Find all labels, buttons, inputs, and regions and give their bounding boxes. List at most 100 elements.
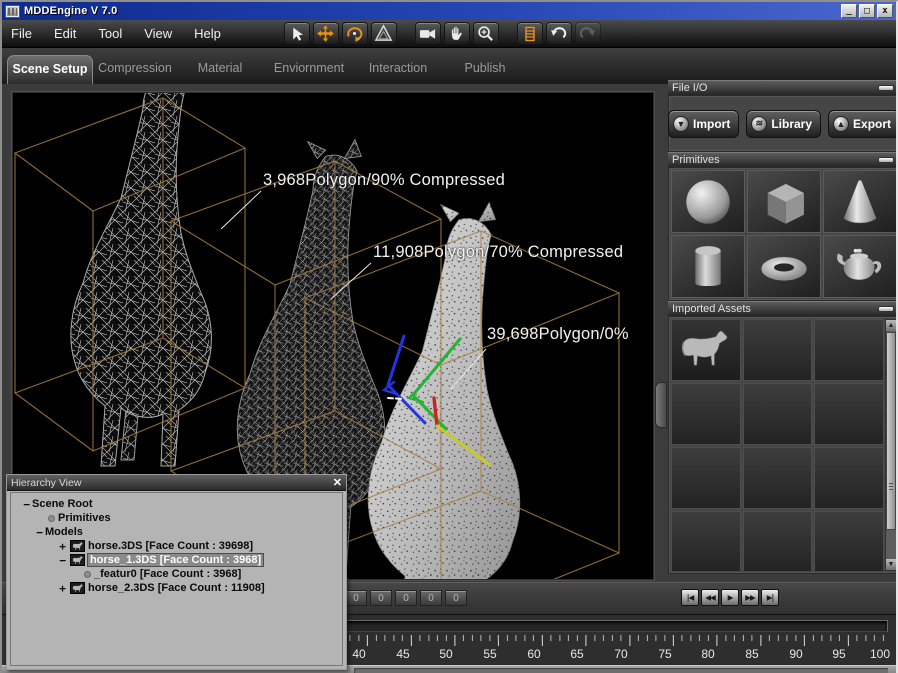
scroll-down-icon[interactable]: ▼: [886, 559, 896, 570]
minimize-button[interactable]: _: [841, 4, 857, 18]
annotation-90-compressed: 3,968Polygon/90% Compressed: [263, 171, 505, 190]
scale-tool-button[interactable]: [371, 22, 397, 45]
tree-node-primitives[interactable]: Primitives: [13, 511, 340, 525]
hierarchy-view-window[interactable]: Hierarchy View ✕ − Scene Root Primitives…: [6, 474, 347, 670]
asset-empty-cell[interactable]: [743, 447, 813, 509]
tree-node-horse-1-3ds[interactable]: − horse_1.3DS [Face Count : 3968]: [13, 553, 340, 567]
asset-empty-cell[interactable]: [814, 447, 884, 509]
frame-value-box: 0: [395, 590, 417, 606]
go-to-start-button[interactable]: |◀: [681, 589, 699, 606]
menu-view[interactable]: View: [133, 26, 183, 41]
go-to-end-button[interactable]: ▶|: [761, 589, 779, 606]
asset-horse-thumbnail[interactable]: [671, 319, 741, 381]
tree-node-scene-root[interactable]: − Scene Root: [13, 497, 340, 511]
scrollbar-thumb[interactable]: [886, 332, 896, 530]
timeline-label: 90: [789, 647, 802, 661]
export-icon: ▲: [833, 116, 849, 132]
expand-glyph[interactable]: +: [57, 540, 68, 553]
splitter-grip[interactable]: [655, 382, 667, 428]
collapse-glyph[interactable]: −: [57, 554, 68, 567]
timeline-label: 80: [701, 647, 714, 661]
menu-file[interactable]: File: [2, 26, 43, 41]
zoom-tool-button[interactable]: [473, 22, 499, 45]
tree-node-models[interactable]: − Models: [13, 525, 340, 539]
maximize-button[interactable]: □: [859, 4, 875, 18]
tree-label: _featur0 [Face Count : 3968]: [94, 568, 241, 580]
tree-node-horse-3ds[interactable]: + horse.3DS [Face Count : 39698]: [13, 539, 340, 553]
app-icon: [5, 5, 20, 18]
asset-empty-cell[interactable]: [743, 319, 813, 381]
primitive-sphere[interactable]: [671, 170, 745, 233]
cylinder-icon: [678, 238, 738, 296]
menu-bar: File Edit Tool View Help: [2, 20, 896, 48]
timeline-label: 60: [527, 647, 540, 661]
tab-material[interactable]: Material: [188, 55, 252, 84]
menu-edit[interactable]: Edit: [43, 26, 87, 41]
collapse-file-io-button[interactable]: [878, 85, 894, 91]
menu-help[interactable]: Help: [183, 26, 232, 41]
cone-icon: [830, 173, 890, 231]
redo-button[interactable]: [575, 22, 601, 45]
collapse-glyph[interactable]: −: [34, 526, 45, 539]
select-cursor-icon: [288, 25, 306, 43]
frame-value-box: 0: [420, 590, 442, 606]
timeline-list-icon: [521, 25, 539, 43]
tab-scene-setup[interactable]: Scene Setup: [7, 55, 93, 84]
tab-environment[interactable]: Enviornment: [268, 55, 350, 84]
menu-tool[interactable]: Tool: [87, 26, 133, 41]
timeline-list-button[interactable]: [517, 22, 543, 45]
tab-bar: Scene Setup Compression Material Enviorn…: [2, 48, 896, 84]
horse-node-thumbnail-icon: [70, 540, 85, 552]
undo-button[interactable]: [546, 22, 572, 45]
horse-model-90-compressed[interactable]: [71, 93, 212, 466]
assets-scrollbar[interactable]: ▲ ▼: [885, 319, 897, 571]
export-button[interactable]: ▲ Export: [828, 110, 898, 138]
primitive-cone[interactable]: [823, 170, 897, 233]
library-icon: ≋: [751, 116, 767, 132]
close-button[interactable]: x: [877, 4, 893, 18]
tree-label: Scene Root: [32, 498, 93, 510]
primitive-torus[interactable]: [747, 235, 821, 298]
rewind-button[interactable]: ◀◀: [701, 589, 719, 606]
rotate-tool-button[interactable]: [342, 22, 368, 45]
tab-interaction[interactable]: Interaction: [360, 55, 436, 84]
asset-empty-cell[interactable]: [814, 383, 884, 445]
move-icon: [316, 24, 335, 43]
tree-node-featur0[interactable]: _featur0 [Face Count : 3968]: [13, 567, 340, 581]
expand-glyph[interactable]: +: [57, 582, 68, 595]
tab-publish[interactable]: Publish: [452, 55, 518, 84]
collapse-glyph[interactable]: −: [21, 498, 32, 511]
asset-empty-cell[interactable]: [671, 511, 741, 571]
collapse-primitives-button[interactable]: [878, 157, 894, 163]
fast-forward-button[interactable]: ▶▶: [741, 589, 759, 606]
hierarchy-close-icon[interactable]: ✕: [333, 478, 342, 489]
library-button[interactable]: ≋ Library: [746, 110, 821, 138]
pan-tool-button[interactable]: [444, 22, 470, 45]
asset-empty-cell[interactable]: [743, 511, 813, 571]
primitive-teapot[interactable]: [823, 235, 897, 298]
camera-tool-button[interactable]: [415, 22, 441, 45]
annotation-70-compressed: 11,908Polygon/70% Compressed: [373, 243, 623, 262]
primitive-cube[interactable]: [747, 170, 821, 233]
hierarchy-title-bar[interactable]: Hierarchy View ✕: [7, 475, 346, 491]
asset-empty-cell[interactable]: [671, 383, 741, 445]
torus-icon: [754, 238, 814, 296]
asset-empty-cell[interactable]: [671, 447, 741, 509]
asset-empty-cell[interactable]: [814, 319, 884, 381]
timeline-label: 40: [352, 647, 365, 661]
import-button[interactable]: ▼ Import: [668, 110, 739, 138]
play-button[interactable]: ▶: [721, 589, 739, 606]
collapse-imported-assets-button[interactable]: [878, 306, 894, 312]
redo-icon: [578, 24, 597, 43]
file-io-title: File I/O: [672, 82, 707, 94]
scroll-up-icon[interactable]: ▲: [886, 320, 896, 331]
primitive-cylinder[interactable]: [671, 235, 745, 298]
bullet-icon: [84, 571, 91, 578]
timeline-label: 75: [658, 647, 671, 661]
tab-compression[interactable]: Compression: [98, 55, 172, 84]
move-tool-button[interactable]: [313, 22, 339, 45]
select-tool-button[interactable]: [284, 22, 310, 45]
asset-empty-cell[interactable]: [743, 383, 813, 445]
asset-empty-cell[interactable]: [814, 511, 884, 571]
tree-node-horse-2-3ds[interactable]: + horse_2.3DS [Face Count : 11908]: [13, 581, 340, 595]
